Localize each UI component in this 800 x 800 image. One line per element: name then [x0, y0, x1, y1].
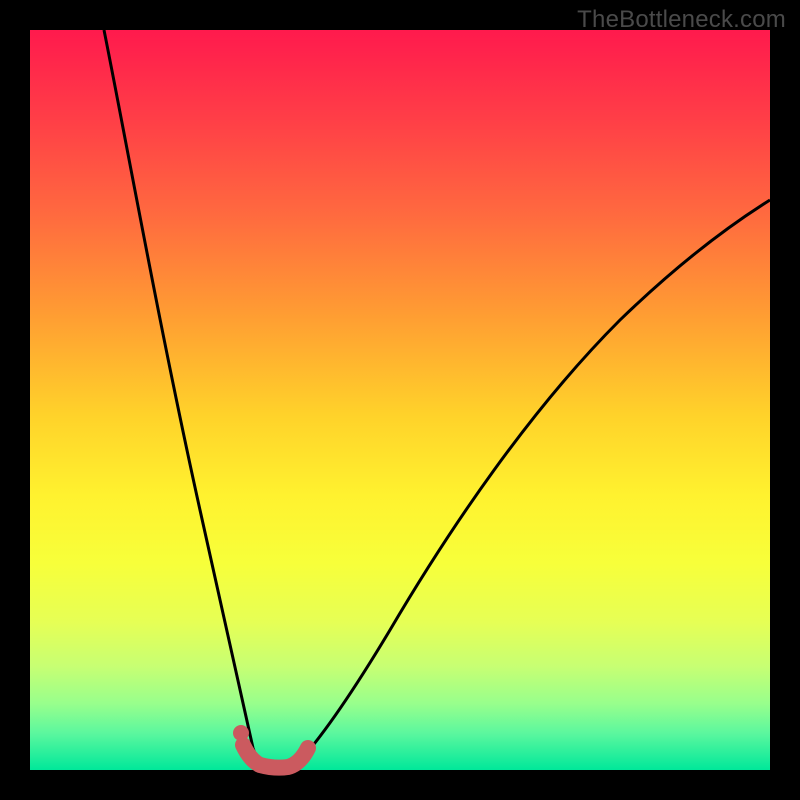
chart-frame: TheBottleneck.com	[0, 0, 800, 800]
marker-dot	[233, 725, 249, 741]
trough-marker-band	[243, 745, 308, 768]
curve-left-branch	[104, 30, 259, 765]
watermark-text: TheBottleneck.com	[577, 6, 786, 34]
chart-svg	[30, 30, 770, 770]
curve-right-branch	[296, 200, 770, 765]
